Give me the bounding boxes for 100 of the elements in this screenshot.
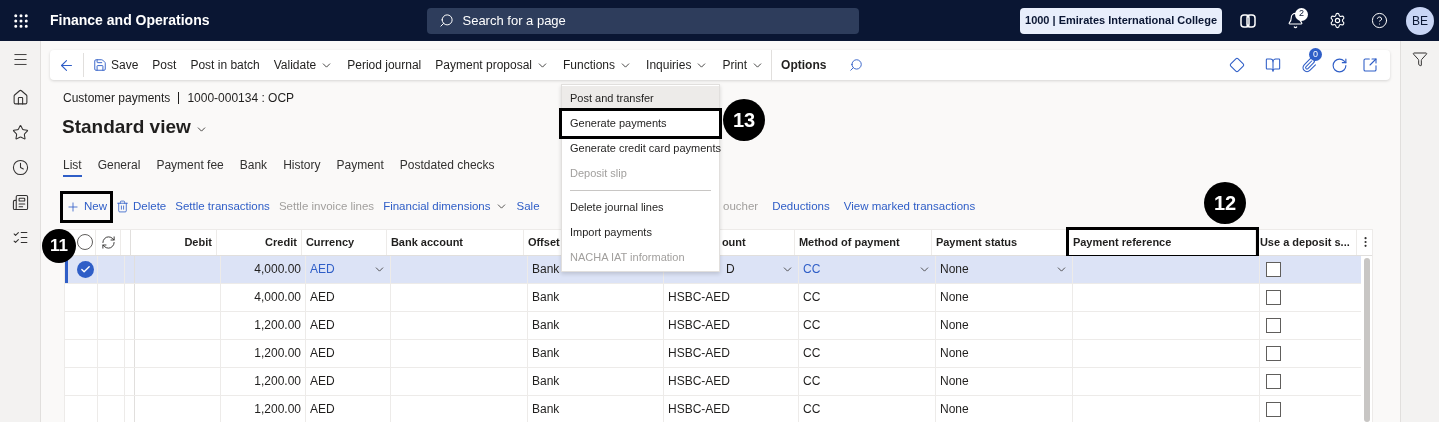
table-cell: CC <box>799 255 936 283</box>
tab[interactable]: Bank <box>239 154 268 177</box>
open-new-window-icon[interactable] <box>1362 57 1378 73</box>
workspace-icon[interactable] <box>11 194 29 211</box>
column-header[interactable]: Payment reference <box>1068 229 1256 255</box>
table-cell: None <box>936 311 1073 339</box>
notifications-button[interactable]: 2 <box>1281 6 1309 35</box>
step-badge: 12 <box>1204 182 1246 224</box>
search-field[interactable]: Search for a page <box>427 7 860 34</box>
column-header[interactable]: Currency <box>301 229 387 255</box>
action-button[interactable]: Post in batch <box>183 50 267 80</box>
action-button[interactable]: Deductions <box>769 193 833 220</box>
menu-item[interactable]: Generate payments <box>562 111 719 136</box>
table-cell: None <box>936 339 1073 367</box>
table-cell: CC <box>799 367 936 395</box>
action-button[interactable]: Period journal <box>340 50 429 80</box>
home-icon[interactable] <box>11 89 29 106</box>
menu-button[interactable]: Payment proposal <box>428 50 556 80</box>
step-badge: 13 <box>723 99 765 141</box>
table-cell: 1,200.00 <box>221 339 306 367</box>
table-cell: 1,200.00 <box>221 367 306 395</box>
table-cell: CC <box>799 283 936 311</box>
menu-button[interactable]: Financial dimensions <box>380 193 511 220</box>
table-cell: HSBC-AED <box>664 283 799 311</box>
refresh-icon[interactable] <box>1331 56 1348 74</box>
new-button[interactable]: New <box>63 193 110 220</box>
tab[interactable]: List <box>63 154 82 177</box>
row-check-icon[interactable] <box>77 260 94 278</box>
attachments-icon[interactable] <box>1301 57 1317 73</box>
filter-icon[interactable] <box>1412 51 1428 67</box>
table-cell: Bank <box>528 311 664 339</box>
checkbox[interactable] <box>1266 373 1281 389</box>
search-icon[interactable] <box>849 58 864 72</box>
action-button[interactable]: Post <box>145 50 184 80</box>
table-cell: Bank <box>528 283 664 311</box>
options-button[interactable]: Options <box>771 50 836 80</box>
table-cell: None <box>936 367 1073 395</box>
action-button[interactable]: Settle transactions <box>172 193 273 220</box>
table-cell: 4,000.00 <box>221 255 306 283</box>
table-cell: Bank <box>528 367 664 395</box>
company-selector[interactable]: 1000 | Emirates International College <box>1020 7 1222 34</box>
table-cell: AED <box>306 255 391 283</box>
tab[interactable]: Payment fee <box>156 154 224 177</box>
column-header[interactable]: Payment status <box>931 229 1069 255</box>
table-cell: None <box>936 283 1073 311</box>
save-icon <box>93 58 107 72</box>
menu-icon[interactable] <box>11 51 29 68</box>
tab[interactable]: Payment <box>336 154 384 177</box>
menu-item[interactable]: Generate credit card payments <box>562 136 719 161</box>
search-icon <box>439 13 455 28</box>
clock-icon[interactable] <box>11 159 29 176</box>
table-cell: AED <box>306 283 391 311</box>
checkbox[interactable] <box>1266 345 1281 361</box>
table-cell: AED <box>306 339 391 367</box>
column-header[interactable]: Bank account <box>386 229 524 255</box>
checkbox[interactable] <box>1266 401 1281 417</box>
table-cell: AED <box>306 367 391 395</box>
view-selector[interactable]: Standard view <box>62 113 208 142</box>
select-all-checkbox[interactable] <box>77 234 94 250</box>
column-header[interactable]: Debit <box>130 229 217 255</box>
table-cell: Bank <box>528 339 664 367</box>
table-cell: CC <box>799 311 936 339</box>
action-button[interactable]: View marked transactions <box>840 193 979 220</box>
menu-button[interactable]: Validate <box>266 50 341 80</box>
star-icon[interactable] <box>11 124 29 141</box>
column-header[interactable]: Use a deposit s... <box>1255 229 1357 255</box>
column-header[interactable]: Method of payment <box>794 229 932 255</box>
checkbox[interactable] <box>1266 317 1281 333</box>
trash-icon <box>116 200 129 213</box>
checkbox[interactable] <box>1266 289 1281 305</box>
table-cell: None <box>936 255 1073 283</box>
table-cell: HSBC-AED <box>664 311 799 339</box>
scrollbar[interactable] <box>1364 257 1370 422</box>
table-cell: CC <box>799 395 936 422</box>
table-cell: HSBC-AED <box>664 367 799 395</box>
menu-button[interactable]: Inquiries <box>639 50 716 80</box>
menu-button[interactable]: Print <box>715 50 772 80</box>
menu-item[interactable]: Delete journal lines <box>562 195 719 220</box>
table-cell: HSBC-AED <box>664 395 799 422</box>
save-button[interactable]: Save <box>86 50 146 80</box>
table-cell: AED <box>306 311 391 339</box>
table-cell: None <box>936 395 1073 422</box>
list-icon[interactable] <box>11 229 29 246</box>
checkbox[interactable] <box>1266 261 1281 277</box>
table-cell: 1,200.00 <box>221 311 306 339</box>
table-cell: CC <box>799 339 936 367</box>
delete-button[interactable]: Delete <box>113 193 170 220</box>
avatar[interactable]: BE <box>1406 6 1434 35</box>
app-title: Finance and Operations <box>50 11 210 30</box>
diamond-icon[interactable] <box>1229 57 1245 73</box>
notification-badge: 2 <box>1295 7 1308 21</box>
tab[interactable]: Postdated checks <box>399 154 495 177</box>
refresh-icon[interactable] <box>100 234 116 250</box>
column-header[interactable]: Credit <box>216 229 302 255</box>
action-button[interactable]: Sale <box>513 193 543 220</box>
tab[interactable]: General <box>97 154 141 177</box>
office-icon[interactable] <box>1265 57 1281 73</box>
tab[interactable]: History <box>283 154 321 177</box>
plus-icon <box>66 199 80 214</box>
menu-button[interactable]: Functions <box>556 50 640 80</box>
